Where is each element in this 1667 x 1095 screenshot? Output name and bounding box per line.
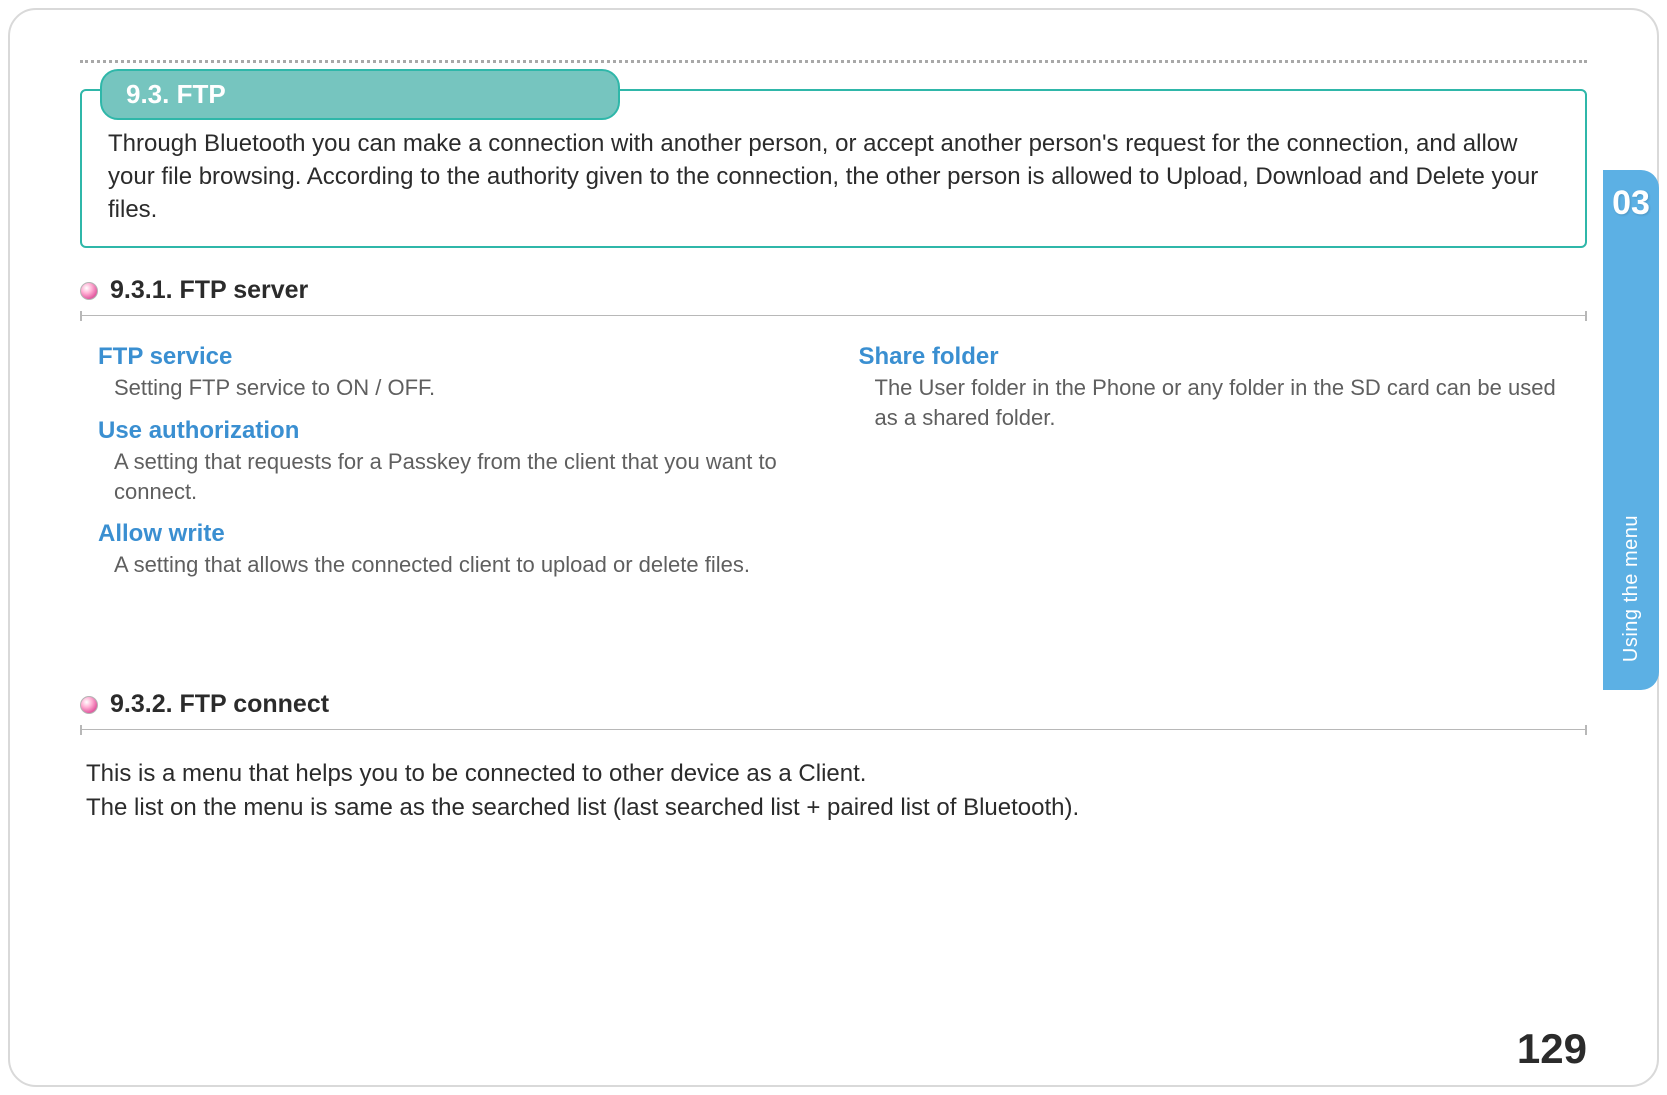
two-column-layout: FTP service Setting FTP service to ON / …	[80, 339, 1587, 594]
item-use-authorization: Use authorization A setting that request…	[98, 417, 819, 506]
item-title: Use authorization	[98, 417, 819, 445]
callout-tab: 9.3. FTP	[100, 69, 620, 120]
body-line: This is a menu that helps you to be conn…	[86, 757, 1587, 791]
rule-tick-left	[80, 311, 82, 321]
item-ftp-service: FTP service Setting FTP service to ON / …	[98, 343, 819, 403]
item-desc: Setting FTP service to ON / OFF.	[98, 371, 819, 403]
body-line: The list on the menu is same as the sear…	[86, 791, 1587, 825]
rule-tick-right	[1585, 311, 1587, 321]
item-desc: A setting that allows the connected clie…	[98, 548, 819, 580]
rule-wrap	[80, 311, 1587, 321]
section-1-heading: 9.3.1. FTP server	[110, 276, 308, 305]
side-tab-label: Using the menu	[1620, 515, 1643, 662]
page-number: 129	[1517, 1025, 1587, 1073]
right-column: Share folder The User folder in the Phon…	[859, 343, 1580, 594]
item-desc: A setting that requests for a Passkey fr…	[98, 445, 819, 506]
dotted-divider	[80, 60, 1587, 63]
rule-tick-right	[1585, 725, 1587, 735]
item-title: Allow write	[98, 520, 819, 548]
section-2-body: This is a menu that helps you to be conn…	[80, 753, 1587, 824]
item-title: FTP service	[98, 343, 819, 371]
rule-wrap	[80, 725, 1587, 735]
item-share-folder: Share folder The User folder in the Phon…	[859, 343, 1580, 432]
section-heading-row: 9.3.2. FTP connect	[80, 690, 1587, 719]
left-column: FTP service Setting FTP service to ON / …	[98, 343, 819, 594]
rule-tick-left	[80, 725, 82, 735]
section-2-heading: 9.3.2. FTP connect	[110, 690, 329, 719]
section-heading-row: 9.3.1. FTP server	[80, 276, 1587, 305]
callout-box: 9.3. FTP Through Bluetooth you can make …	[80, 89, 1587, 248]
side-tab: 03 Using the menu	[1603, 170, 1659, 690]
bullet-icon	[80, 696, 98, 714]
item-allow-write: Allow write A setting that allows the co…	[98, 520, 819, 580]
page-frame: 9.3. FTP Through Bluetooth you can make …	[8, 8, 1659, 1087]
side-tab-number: 03	[1612, 184, 1650, 223]
thin-rule	[80, 729, 1587, 730]
thin-rule	[80, 315, 1587, 316]
item-title: Share folder	[859, 343, 1580, 371]
callout-body: Through Bluetooth you can make a connect…	[108, 121, 1559, 226]
item-desc: The User folder in the Phone or any fold…	[859, 371, 1580, 432]
bullet-icon	[80, 282, 98, 300]
section-gap	[80, 594, 1587, 684]
